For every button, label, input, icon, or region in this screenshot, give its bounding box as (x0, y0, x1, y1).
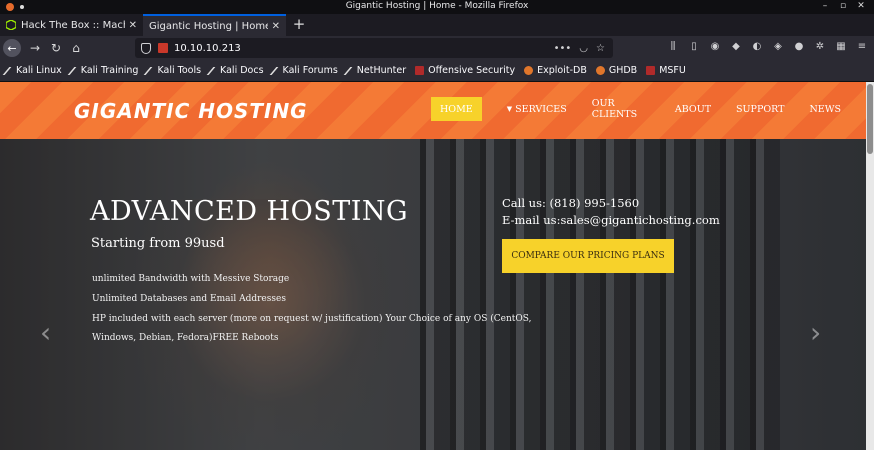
compare-pricing-button[interactable]: COMPARE OUR PRICING PLANS (502, 239, 674, 273)
home-icon[interactable]: ⌂ (67, 39, 85, 57)
kali-icon (67, 66, 81, 75)
tab-strip: Hack The Box :: Machines ✕ Gigantic Host… (0, 14, 874, 36)
hero-feature: Windows, Debian, Fedora)FREE Reboots (92, 333, 279, 343)
bookmark-ghdb[interactable]: GHDB (595, 65, 638, 76)
extension-gear-icon[interactable]: ✲ (814, 41, 826, 52)
offsec-icon (415, 66, 425, 75)
back-icon[interactable]: ← (3, 39, 21, 57)
slider-next-icon[interactable]: › (810, 316, 821, 349)
bookmark-label: Exploit-DB (537, 65, 587, 76)
window-titlebar: Gigantic Hosting | Home - Mozilla Firefo… (0, 0, 874, 14)
tab-label: Hack The Box :: Machines (21, 19, 125, 31)
hackthebox-icon (6, 20, 16, 30)
bookmark-msfu[interactable]: MSFU (646, 65, 686, 76)
minimize-icon[interactable]: – (820, 1, 830, 11)
slider-prev-icon[interactable]: ‹ (40, 316, 51, 349)
account-icon[interactable]: ◉ (709, 41, 721, 52)
offsec-icon (646, 66, 656, 75)
bookmark-kali-docs[interactable]: Kali Docs (206, 65, 264, 76)
library-icon[interactable]: ⫼ (667, 41, 679, 52)
bookmark-kali-training[interactable]: Kali Training (67, 65, 139, 76)
new-tab-icon[interactable]: + (291, 15, 307, 33)
tab-label: Gigantic Hosting | Home (149, 20, 268, 32)
extension-grid-icon[interactable]: ▦ (835, 41, 847, 52)
tab-gigantic-hosting[interactable]: Gigantic Hosting | Home ✕ (143, 14, 286, 36)
bookmark-kali-tools[interactable]: Kali Tools (144, 65, 202, 76)
hero-feature: Unlimited Databases and Email Addresses (92, 294, 286, 304)
menu-services-label: SERVICES (515, 103, 567, 115)
hero-feature: unlimited Bandwidth with Messive Storage (92, 274, 290, 284)
page-viewport: GIGANTIC HOSTING HOME ▼ SERVICES OUR CLIE… (0, 82, 874, 450)
close-window-icon[interactable]: ✕ (856, 1, 866, 11)
url-bar[interactable]: 10.10.10.213 ••• ◡ ☆ (135, 38, 613, 58)
exploitdb-icon (524, 66, 534, 75)
reload-icon[interactable]: ↻ (47, 39, 65, 57)
caret-down-icon: ▼ (506, 105, 513, 113)
extension-k-icon[interactable]: ● (793, 41, 805, 52)
menu-support[interactable]: SUPPORT (736, 97, 784, 121)
navigation-toolbar: ← → ↻ ⌂ 10.10.10.213 ••• ◡ ☆ ⫼ ▯ ◉ ◆ ◐ ◈… (0, 36, 874, 60)
extension-fox-icon[interactable]: ◆ (730, 41, 742, 52)
bookmark-label: Kali Linux (16, 65, 62, 76)
site-logo[interactable]: GIGANTIC HOSTING (74, 99, 308, 123)
kali-icon (343, 66, 357, 75)
site-favicon-icon (158, 43, 168, 53)
tab-close-icon[interactable]: ✕ (272, 21, 280, 32)
extension-badge-icon[interactable]: ◈ (772, 41, 784, 52)
bookmark-nethunter[interactable]: NetHunter (343, 65, 407, 76)
bookmark-kali-forums[interactable]: Kali Forums (269, 65, 338, 76)
hero-feature: HP included with each server (more on re… (92, 314, 532, 324)
bookmark-label: Kali Forums (282, 65, 338, 76)
menu-about[interactable]: ABOUT (675, 97, 711, 121)
main-menu: HOME ▼ SERVICES OUR CLIENTS ABOUT SUPPORT… (431, 97, 866, 121)
maximize-icon[interactable]: ▫ (838, 1, 848, 11)
contact-email[interactable]: E-mail us:sales@gigantichosting.com (502, 213, 720, 227)
page-actions-icon[interactable]: ••• (554, 43, 572, 54)
toolbar-icons: ⫼ ▯ ◉ ◆ ◐ ◈ ● ✲ ▦ ≡ (667, 41, 868, 52)
kali-icon (206, 66, 220, 75)
bookmark-label: Kali Training (80, 65, 139, 76)
kali-icon (269, 66, 282, 75)
kali-icon (2, 66, 16, 75)
url-text[interactable]: 10.10.10.213 (174, 43, 554, 54)
bookmarks-toolbar: Kali Linux Kali Training Kali Tools Kali… (0, 60, 874, 82)
page-scrollbar[interactable] (866, 82, 874, 450)
kali-icon (144, 66, 157, 75)
bookmark-label: NetHunter (356, 65, 407, 76)
menu-services[interactable]: ▼ SERVICES (507, 97, 567, 121)
bookmark-label: Offensive Security (428, 65, 516, 76)
site-header: GIGANTIC HOSTING HOME ▼ SERVICES OUR CLIE… (0, 82, 866, 139)
menu-icon[interactable]: ≡ (856, 41, 868, 52)
bookmark-offensive-security[interactable]: Offensive Security (415, 65, 515, 76)
bookmark-star-icon[interactable]: ☆ (596, 43, 605, 54)
scrollbar-thumb[interactable] (867, 84, 873, 154)
extension-cookie-icon[interactable]: ◐ (751, 41, 763, 52)
hero-title: ADVANCED HOSTING (90, 196, 409, 227)
bookmark-label: Kali Tools (157, 65, 202, 76)
menu-home[interactable]: HOME (431, 97, 482, 121)
hero-subtitle: Starting from 99usd (91, 236, 225, 251)
bookmark-exploit-db[interactable]: Exploit-DB (524, 65, 587, 76)
bookmark-label: GHDB (608, 65, 638, 76)
forward-icon[interactable]: → (26, 39, 44, 57)
sidebar-icon[interactable]: ▯ (688, 41, 700, 52)
exploitdb-icon (595, 66, 605, 75)
window-title: Gigantic Hosting | Home - Mozilla Firefo… (345, 1, 529, 11)
menu-news[interactable]: NEWS (809, 97, 841, 121)
menu-our-clients[interactable]: OUR CLIENTS (592, 97, 650, 121)
contact-phone: Call us: (818) 995-1560 (502, 196, 640, 210)
shield-icon[interactable] (141, 42, 151, 54)
bookmark-label: Kali Docs (220, 65, 264, 76)
tab-close-icon[interactable]: ✕ (129, 20, 137, 31)
bookmark-kali-linux[interactable]: Kali Linux (2, 65, 62, 76)
pocket-icon[interactable]: ◡ (579, 43, 588, 54)
tab-hackthebox[interactable]: Hack The Box :: Machines ✕ (0, 14, 143, 36)
bookmark-label: MSFU (659, 65, 686, 76)
